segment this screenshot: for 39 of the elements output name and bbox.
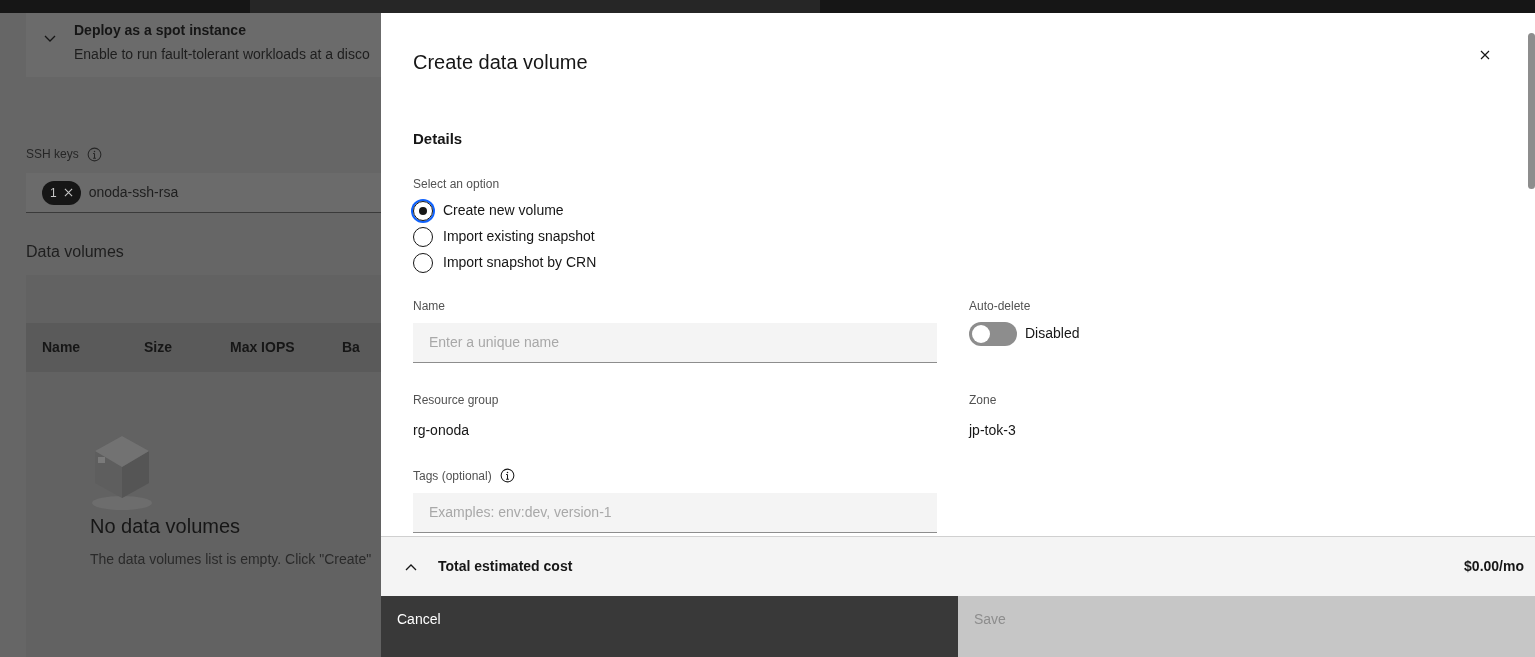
section-title: Data volumes [26, 242, 125, 262]
modal-title: Create data volume [413, 50, 588, 75]
name-input[interactable]: Enter a unique name [413, 322, 937, 363]
box-icon [90, 435, 154, 511]
scrollbar[interactable] [1528, 33, 1535, 189]
option-label: Create new volume [443, 201, 564, 220]
tag-count: 1 [50, 184, 57, 202]
empty-state-text: The data volumes list is empty. Click "Create" [90, 550, 373, 569]
selection-count-tag[interactable]: 1 [42, 180, 81, 205]
radio-button[interactable] [413, 200, 433, 221]
empty-state-title: No data volumes [90, 514, 242, 539]
option-label: Import existing snapshot [443, 227, 595, 246]
card-title: Deploy as a spot instance [74, 21, 247, 40]
field-label: Resource group [413, 391, 500, 409]
field-label: SSH keys [26, 146, 79, 163]
chevron-up-icon[interactable] [405, 562, 417, 571]
option-label: Import snapshot by CRN [443, 253, 597, 272]
radio-option[interactable]: Create new volume [413, 200, 1503, 221]
field-value: onoda-ssh-rsa [88, 183, 179, 202]
info-icon[interactable] [499, 468, 515, 483]
field-label: Tags (optional) [413, 467, 492, 485]
field-label: Name [413, 297, 446, 315]
card-description: Enable to run fault-tolerant workloads at a disco [74, 45, 370, 64]
chevron-down-icon[interactable] [44, 35, 56, 43]
toggle-switch[interactable] [969, 321, 1017, 346]
cost-label: Total estimated cost [438, 557, 573, 576]
cost-value: $0.00/mo [1464, 557, 1524, 576]
section-title: Details [413, 129, 464, 149]
field-label: Auto-delete [969, 297, 1032, 315]
tags-input[interactable]: Examples: env:dev, version-1 [413, 492, 937, 533]
toggle-state: Disabled [1025, 324, 1080, 343]
field-label: Select an option [413, 175, 501, 193]
ssh-keys-field[interactable]: 1 onoda-ssh-rsa [26, 173, 381, 213]
radio-option[interactable]: Import existing snapshot [413, 226, 1503, 247]
field-label: Zone [969, 391, 998, 409]
radio-option[interactable]: Import snapshot by CRN [413, 252, 1503, 273]
field-value: rg-onoda [413, 420, 471, 440]
field-value: jp-tok-3 [969, 420, 1017, 440]
cancel-button[interactable]: Cancel [381, 596, 958, 657]
